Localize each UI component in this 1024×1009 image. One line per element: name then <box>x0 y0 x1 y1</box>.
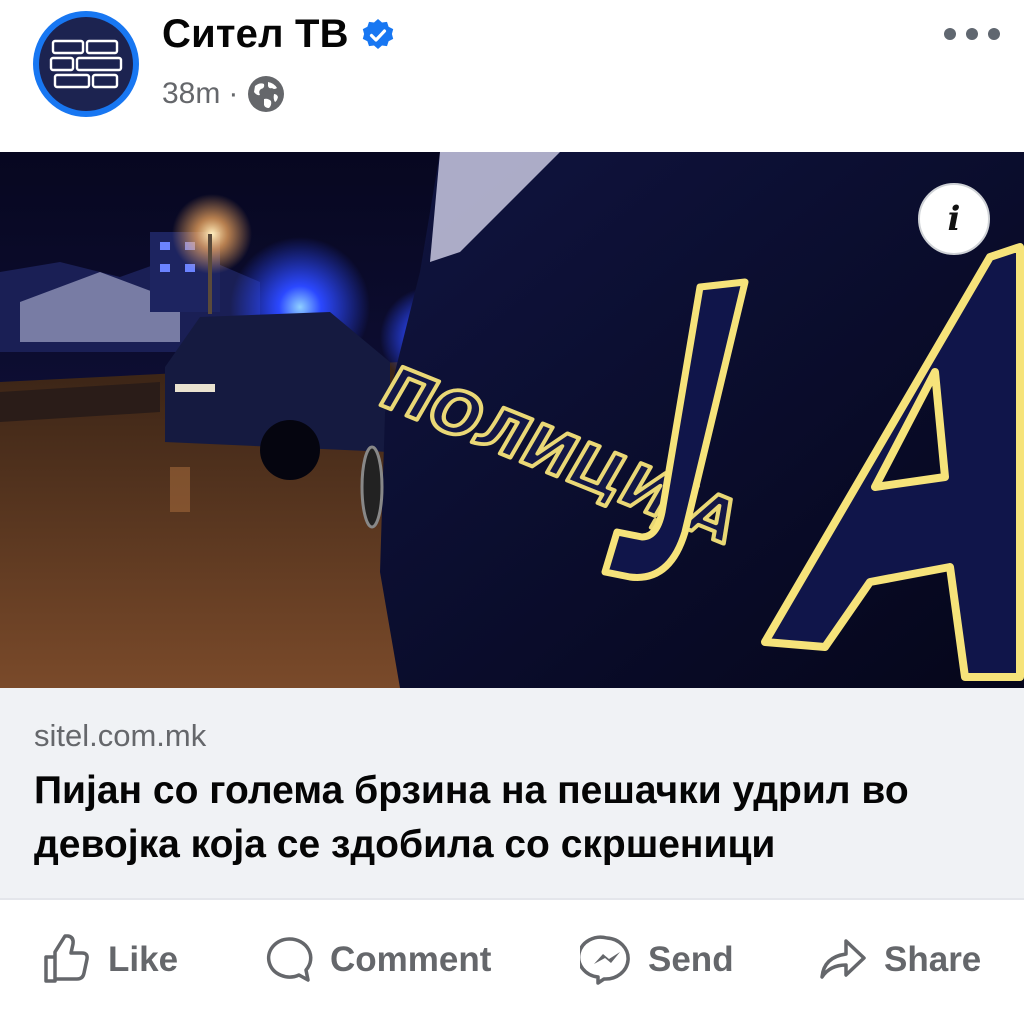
link-headline[interactable]: Пијан со голема брзина на пешачки удрил … <box>34 764 994 872</box>
like-thumb-icon <box>44 934 89 983</box>
post-header: Сител ТВ 38m · <box>0 0 1024 152</box>
page-name[interactable]: Сител ТВ <box>162 12 395 57</box>
post-image[interactable]: ПОЛИЦИЈА <box>0 152 1024 688</box>
link-domain[interactable]: sitel.com.mk <box>34 718 206 754</box>
messenger-icon <box>580 935 630 985</box>
post-time[interactable]: 38m <box>162 77 220 111</box>
info-icon: i <box>947 199 961 239</box>
send-button[interactable]: Send <box>580 928 734 992</box>
comment-label: Comment <box>330 940 492 979</box>
send-label: Send <box>648 940 734 979</box>
police-car-photo: ПОЛИЦИЈА <box>0 152 1024 688</box>
globe-icon[interactable] <box>246 74 286 114</box>
like-button[interactable]: Like <box>40 928 178 992</box>
comment-bubble-icon <box>266 937 313 982</box>
more-dot <box>988 28 1000 40</box>
more-dot <box>944 28 956 40</box>
meta-separator: · <box>228 77 239 110</box>
page-avatar[interactable] <box>33 11 139 117</box>
share-label: Share <box>884 940 982 979</box>
verified-badge-icon <box>362 18 393 49</box>
logo-bricks-icon <box>49 39 123 89</box>
comment-button[interactable]: Comment <box>262 928 491 992</box>
share-arrow-icon <box>820 939 866 979</box>
page-logo <box>39 17 133 111</box>
share-button[interactable]: Share <box>816 928 981 992</box>
more-options-button[interactable] <box>944 22 1000 46</box>
info-button[interactable]: i <box>918 183 990 255</box>
page-name-text[interactable]: Сител ТВ <box>162 12 349 57</box>
post-meta: 38m · <box>162 74 286 114</box>
like-label: Like <box>108 940 179 979</box>
more-dot <box>966 28 978 40</box>
